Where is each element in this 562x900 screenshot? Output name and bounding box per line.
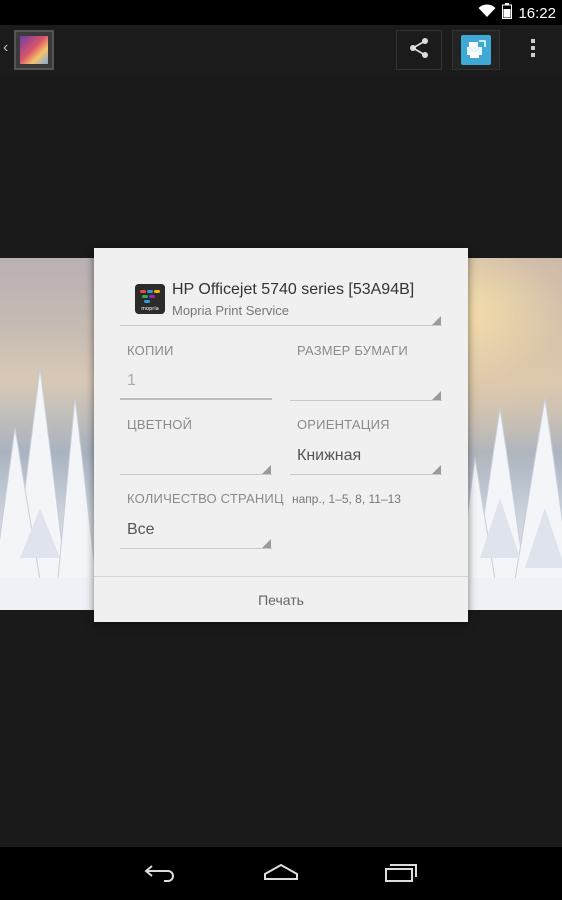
pages-underline	[120, 548, 272, 549]
wifi-icon	[478, 4, 496, 22]
pages-dropdown-icon	[262, 539, 271, 548]
navigation-bar	[0, 847, 562, 900]
back-icon	[144, 862, 178, 887]
copies-input[interactable]: 1	[127, 372, 136, 390]
color-label: ЦВЕТНОЙ	[127, 417, 193, 432]
pages-label: КОЛИЧЕСТВО СТРАНИЦ	[127, 491, 284, 506]
pages-range-hint[interactable]: напр., 1–5, 8, 11–13	[292, 492, 401, 506]
status-icons: 16:22	[478, 3, 556, 23]
mopria-logo-text: mopria	[141, 306, 159, 312]
copies-label: КОПИИ	[127, 343, 174, 358]
color-dropdown-icon	[262, 465, 271, 474]
orientation-dropdown-icon	[432, 465, 441, 474]
paper-size-label: РАЗМЕР БУМАГИ	[297, 343, 408, 358]
home-button[interactable]	[261, 859, 301, 889]
back-button[interactable]	[141, 859, 181, 889]
color-underline	[120, 474, 272, 475]
status-time: 16:22	[518, 4, 556, 22]
up-caret-icon[interactable]: ‹	[3, 39, 8, 57]
paper-size-dropdown-icon	[432, 391, 441, 400]
share-icon	[408, 37, 430, 64]
overflow-menu-icon	[530, 38, 536, 63]
mopria-logo: mopria	[135, 284, 165, 314]
thumbnail-image	[20, 36, 48, 64]
overflow-menu-button[interactable]	[518, 30, 548, 70]
print-dialog: mopria HP Officejet 5740 series [53A94B]…	[94, 248, 468, 622]
printer-name: HP Officejet 5740 series [53A94B]	[172, 281, 415, 298]
print-button-toolbar[interactable]	[452, 30, 500, 70]
printer-selector[interactable]: mopria HP Officejet 5740 series [53A94B]…	[120, 272, 442, 326]
orientation-label: ОРИЕНТАЦИЯ	[297, 417, 390, 432]
recents-button[interactable]	[381, 859, 421, 889]
action-bar: ‹	[0, 25, 562, 75]
paper-size-underline	[290, 400, 442, 401]
share-button[interactable]	[396, 30, 442, 70]
printer-dropdown-icon	[432, 316, 441, 325]
copies-underline	[120, 398, 272, 400]
gallery-thumbnail[interactable]	[14, 30, 54, 70]
battery-icon	[502, 3, 513, 23]
orientation-underline	[290, 474, 442, 475]
print-button[interactable]: Печать	[94, 577, 468, 622]
home-icon	[263, 862, 299, 887]
pages-select[interactable]: Все	[127, 521, 155, 539]
status-bar: 16:22	[0, 0, 562, 25]
print-icon	[461, 35, 491, 65]
printer-service: Mopria Print Service	[172, 303, 290, 318]
orientation-select[interactable]: Книжная	[297, 447, 361, 465]
recents-icon	[384, 861, 418, 888]
printer-underline	[120, 325, 442, 326]
